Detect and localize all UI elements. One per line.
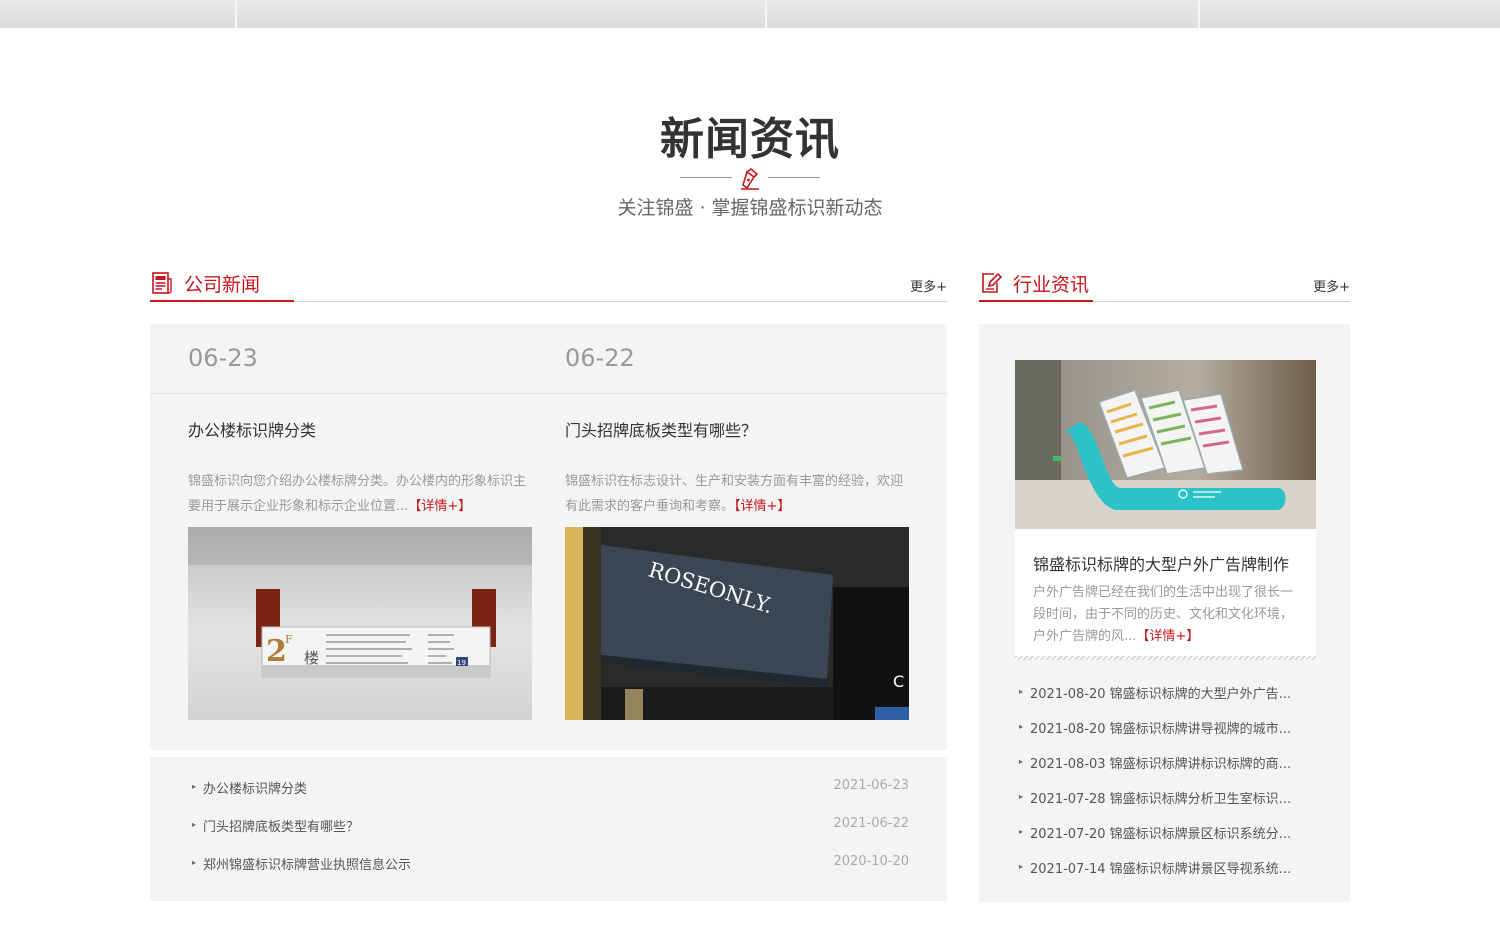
banner-divider: [235, 0, 237, 28]
news-card-desc: 锦盛标识向您介绍办公楼标牌分类。办公楼内的形象标识主要用于展示企业形象和标示企业…: [188, 469, 532, 519]
news-card-title[interactable]: 办公楼标识牌分类: [188, 417, 316, 441]
storefront-side-text: C: [893, 672, 904, 691]
triangle-right-icon: ▸: [1019, 757, 1024, 766]
list-item[interactable]: ▸ 2021-08-20 锦盛标识标牌的大型户外广告...: [1019, 683, 1309, 703]
news-date: 06-22: [565, 344, 635, 372]
list-item-title: 2021-08-20 锦盛标识标牌讲导视牌的城市...: [1030, 722, 1292, 737]
industry-featured-card: 锦盛标识标牌的大型户外广告牌制作 户外广告牌已经在我们的生活中出现了很长一段时间…: [1015, 360, 1316, 660]
triangle-right-icon: ▸: [1019, 722, 1024, 731]
news-date: 06-23: [188, 344, 258, 372]
section-subtitle: 关注锦盛 · 掌握锦盛标识新动态: [617, 197, 883, 219]
office-sign-photo[interactable]: 2 F 楼 19: [188, 527, 532, 720]
company-news-list: ▸ 办公楼标识牌分类 2021-06-23 ▸ 门头招牌底板类型有哪些？ 202…: [150, 757, 947, 901]
tab-company-news[interactable]: 公司新闻: [150, 266, 295, 302]
list-item[interactable]: ▸ 门头招牌底板类型有哪些？ 2021-06-22: [192, 816, 909, 836]
list-item-title: 门头招牌底板类型有哪些？: [203, 820, 360, 835]
triangle-right-icon: ▸: [192, 782, 197, 791]
industry-featured-desc: 户外广告牌已经在我们的生活中出现了很长一段时间，由于不同的历史、文化和文化环境，…: [1033, 582, 1297, 648]
list-item-title: 办公楼标识牌分类: [203, 782, 308, 797]
top-banner-strip: [0, 0, 1500, 28]
news-card-desc: 锦盛标识在标志设计、生产和安装方面有丰富的经验，欢迎有此需求的客户垂询和考察。【…: [565, 469, 909, 519]
list-item-title: 2021-07-20 锦盛标识标牌景区标识系统分...: [1030, 827, 1292, 842]
list-item[interactable]: ▸ 2021-07-14 锦盛标识标牌讲景区导视系统...: [1019, 858, 1309, 878]
banner-divider: [765, 0, 767, 28]
triangle-right-icon: ▸: [192, 858, 197, 867]
triangle-right-icon: ▸: [1019, 687, 1024, 696]
newspaper-icon: [152, 272, 172, 294]
company-news-more-link[interactable]: 更多+: [910, 276, 947, 295]
date-row: 06-23 06-22: [150, 324, 947, 394]
industry-news-panel: 锦盛标识标牌的大型户外广告牌制作 户外广告牌已经在我们的生活中出现了很长一段时间…: [979, 324, 1350, 902]
list-item[interactable]: ▸ 办公楼标识牌分类 2021-06-23: [192, 778, 909, 798]
list-item-title: 郑州锦盛标识标牌营业执照信息公示: [203, 858, 412, 873]
list-item-date: 2021-06-22: [833, 816, 909, 831]
list-item[interactable]: ▸ 2021-07-20 锦盛标识标牌景区标识系统分...: [1019, 823, 1309, 843]
detail-link[interactable]: 【详情+】: [408, 499, 471, 514]
triangle-right-icon: ▸: [192, 820, 197, 829]
industry-news-more-link[interactable]: 更多+: [1313, 276, 1350, 295]
company-news-heading: 公司新闻: [184, 273, 261, 296]
dashed-divider: [1015, 656, 1316, 660]
list-item-title: 2021-07-28 锦盛标识标牌分析卫生室标识...: [1030, 792, 1292, 807]
list-item[interactable]: ▸ 2021-08-20 锦盛标识标牌讲导视牌的城市...: [1019, 718, 1309, 738]
list-item[interactable]: ▸ 郑州锦盛标识标牌营业执照信息公示 2020-10-20: [192, 854, 909, 874]
news-desc-text: 锦盛标识向您介绍办公楼标牌分类。办公楼内的形象标识主要用于展示企业形象和标示企业…: [188, 474, 527, 514]
tab-industry-news[interactable]: 行业资讯: [979, 266, 1094, 302]
detail-link[interactable]: 【详情+】: [1136, 629, 1199, 644]
company-news-featured-panel: 06-23 06-22 办公楼标识牌分类 锦盛标识向您介绍办公楼标牌分类。办公楼…: [150, 324, 947, 750]
list-item-title: 2021-08-20 锦盛标识标牌的大型户外广告...: [1030, 687, 1292, 702]
banner-divider: [1198, 0, 1200, 28]
industry-news-header: 行业资讯 更多+: [979, 266, 1350, 302]
triangle-right-icon: ▸: [1019, 862, 1024, 871]
storefront-sign-photo[interactable]: ROSEONLY. C: [565, 527, 909, 720]
list-item-date: 2020-10-20: [833, 854, 909, 869]
deco-line-left: [680, 177, 732, 178]
list-item-title: 2021-08-03 锦盛标识标牌讲标识标牌的商...: [1030, 757, 1292, 772]
list-item[interactable]: ▸ 2021-08-03 锦盛标识标牌讲标识标牌的商...: [1019, 753, 1309, 773]
triangle-right-icon: ▸: [1019, 827, 1024, 836]
industry-news-heading: 行业资讯: [1013, 273, 1090, 296]
sign-floor-sup: F: [285, 633, 293, 646]
outdoor-sign-photo[interactable]: [1015, 360, 1316, 529]
sign-room-number: 19: [457, 659, 466, 667]
deco-line-right: [768, 177, 820, 178]
list-item[interactable]: ▸ 2021-07-28 锦盛标识标牌分析卫生室标识...: [1019, 788, 1309, 808]
triangle-right-icon: ▸: [1019, 792, 1024, 801]
news-card-title[interactable]: 门头招牌底板类型有哪些？: [565, 417, 757, 441]
title-decoration: [680, 168, 820, 190]
company-news-header: 公司新闻 更多+: [150, 266, 947, 302]
industry-featured-title[interactable]: 锦盛标识标牌的大型户外广告牌制作: [1033, 551, 1289, 575]
list-item-date: 2021-06-23: [833, 778, 909, 793]
detail-link[interactable]: 【详情+】: [734, 499, 790, 514]
section-title: 新闻资讯: [660, 114, 840, 165]
pen-nib-icon: [741, 168, 759, 190]
list-item-title: 2021-07-14 锦盛标识标牌讲景区导视系统...: [1030, 862, 1292, 877]
edit-note-icon: [982, 272, 1003, 293]
sign-floor-label: 楼: [304, 649, 319, 667]
sign-floor-number: 2: [266, 634, 287, 669]
